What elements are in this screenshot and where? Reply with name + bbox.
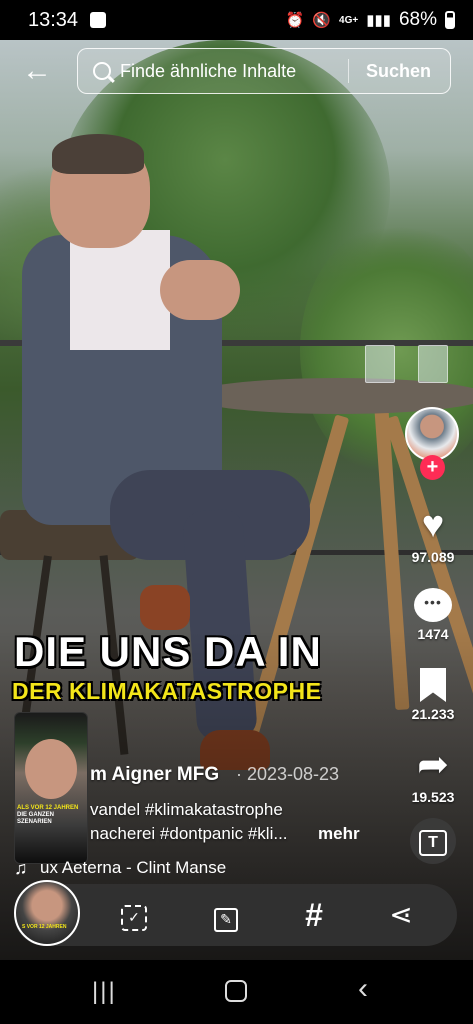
description-line1: vandel #klimakatastrophe: [90, 800, 283, 819]
person-hands: [160, 260, 240, 320]
video-caption-line2: DER KLIMAKATASTROPHE: [12, 678, 322, 704]
pip-caption-a: ALS VOR 12 JAHREN: [17, 805, 79, 811]
creator-avatar[interactable]: [405, 407, 459, 461]
clock: 13:34: [28, 9, 79, 31]
person-hair: [52, 134, 144, 174]
share-bar-button[interactable]: ⋖: [381, 896, 421, 936]
recents-icon[interactable]: |||: [92, 978, 117, 1006]
home-icon[interactable]: [225, 980, 247, 1002]
author-name[interactable]: m Aigner MFG: [90, 764, 219, 786]
pip-caption: ALS VOR 12 JAHREN DIE GANZEN SZENARIEN: [17, 805, 87, 826]
shoe: [140, 585, 190, 630]
signal-icon: ▮▮▮: [366, 12, 391, 29]
video-caption-line1: DIE UNS DA IN: [14, 628, 322, 675]
share-arrow-icon: ➦: [417, 744, 449, 786]
screen: 13:34 ⏰ 🔇 4G+ ▮▮▮ 68% ← Finde ähnliche I…: [0, 0, 473, 1024]
music-title[interactable]: ux Aeterna - Clint Manse: [40, 858, 226, 878]
search-bar[interactable]: Finde ähnliche Inhalte Suchen: [77, 48, 451, 94]
hashtag-icon: #: [305, 897, 323, 933]
status-bar: 13:34 ⏰ 🔇 4G+ ▮▮▮ 68%: [0, 0, 473, 40]
battery-percent: 68%: [398, 9, 437, 30]
heart-icon: ♥: [421, 504, 445, 546]
share-icon: ⋖: [389, 899, 413, 930]
search-input[interactable]: Finde ähnliche Inhalte: [120, 61, 296, 82]
navigation-bar: ||| ‹: [0, 960, 473, 1024]
search-divider: [348, 59, 349, 83]
edit-crop-button[interactable]: ✎: [206, 896, 246, 936]
search-button[interactable]: Suchen: [366, 61, 431, 82]
pip-video-thumbnail[interactable]: ALS VOR 12 JAHREN DIE GANZEN SZENARIEN: [14, 712, 88, 864]
text-recognition-button[interactable]: T: [410, 818, 456, 864]
comment-icon: [414, 588, 452, 622]
bar-thumbnail-caption: S VOR 12 JAHREN: [22, 924, 67, 930]
person-shirt: [70, 230, 170, 350]
save-count: 21.233: [411, 706, 455, 722]
back-icon[interactable]: ‹: [358, 972, 368, 1006]
bookmark-icon: [420, 668, 446, 702]
action-bar: S VOR 12 JAHREN ✓ ✎ # ⋖: [14, 880, 457, 946]
alarm-icon: ⏰: [285, 12, 305, 29]
share-button[interactable]: ➦ 19.523: [398, 745, 468, 805]
gallery-icon: [90, 12, 106, 28]
battery-icon: [445, 11, 455, 29]
pip-face: [25, 739, 77, 799]
glass: [365, 345, 395, 383]
hashtag-button[interactable]: #: [294, 896, 334, 936]
comment-count: 1474: [417, 626, 449, 642]
like-button[interactable]: ♥ 97.089: [398, 505, 468, 565]
pip-caption-b: DIE GANZEN SZENARIEN: [17, 812, 55, 825]
back-arrow-icon[interactable]: ←: [22, 56, 52, 86]
follow-button[interactable]: +: [420, 455, 445, 480]
bar-thumbnail[interactable]: S VOR 12 JAHREN: [14, 880, 80, 946]
description-line2: nacherei #dontpanic #kli...: [90, 824, 288, 843]
glass: [418, 345, 448, 383]
network-label: 4G+: [339, 14, 359, 26]
scan-button[interactable]: ✓: [114, 896, 154, 936]
status-icons: ⏰ 🔇 4G+ ▮▮▮ 68%: [286, 9, 455, 31]
search-icon: [93, 62, 111, 80]
like-count: 97.089: [411, 549, 455, 565]
more-link[interactable]: mehr: [318, 824, 360, 844]
music-note-icon: ♫: [14, 858, 28, 878]
mute-icon: 🔇: [312, 12, 332, 29]
comment-button[interactable]: 1474: [398, 588, 468, 642]
text-scan-icon: T: [419, 830, 447, 856]
scan-icon: ✓: [121, 905, 147, 931]
post-date: · 2023-08-23: [236, 764, 340, 784]
save-button[interactable]: 21.233: [398, 668, 468, 722]
share-count: 19.523: [411, 789, 455, 805]
edit-crop-icon: ✎: [214, 908, 238, 932]
